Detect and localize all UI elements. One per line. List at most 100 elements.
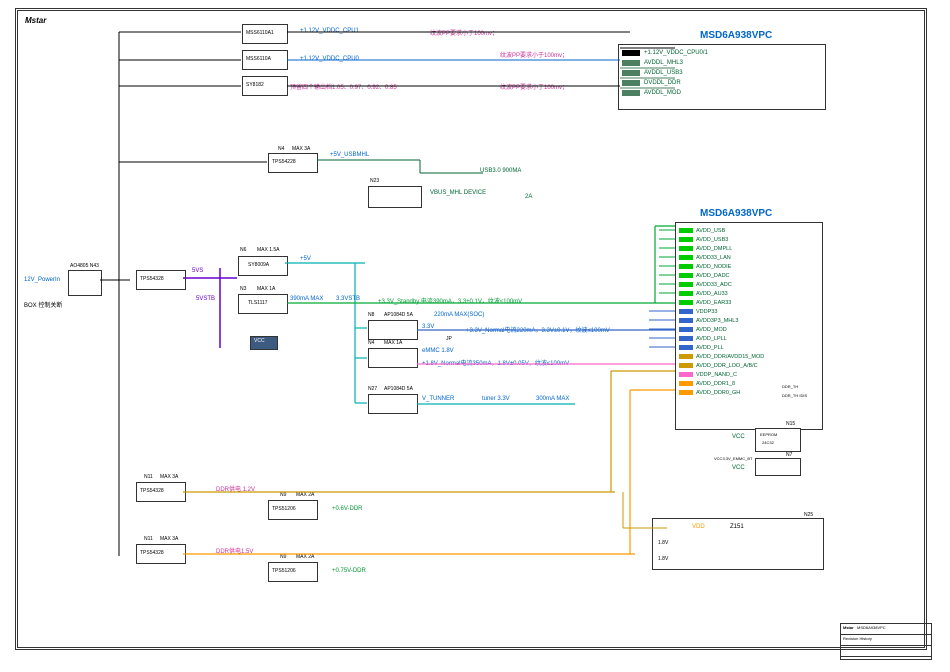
ap1084b: AP1084D 5A bbox=[384, 386, 413, 392]
stb-33: 3.3VSTB bbox=[336, 296, 360, 302]
legend-1: +1.12V_VDDC_CPU0/1AVDDL_MHL3AVDDL_USB3DV… bbox=[618, 44, 826, 110]
reg-u1-note: 纹波PP要求小于100mv； bbox=[430, 28, 498, 37]
pin-item: VDDP33 bbox=[679, 307, 819, 316]
emmc: eMMC 1.8V bbox=[422, 348, 454, 354]
pin-item: AVDD_DDR_LDO_A/B/C bbox=[679, 361, 819, 370]
jp: JP bbox=[446, 336, 452, 342]
tuner-v: tuner 3.3V bbox=[482, 396, 510, 402]
n7-note: VCC3.3V_EMMC_BT bbox=[714, 456, 752, 461]
n4-out: +1.8V_Normal电流350mA，1.8V±0.05V，纹波≤100mV bbox=[422, 358, 569, 367]
pin-item: AVDD_DMPLL bbox=[679, 244, 819, 253]
tpsb-ref: N9 bbox=[280, 492, 286, 498]
tpsa-name: TPS54328 bbox=[140, 488, 164, 494]
n25-v1: 1.8V bbox=[658, 540, 668, 546]
tpsb-out: +0.6V-DDR bbox=[332, 506, 363, 512]
vbus-label: VBUS_MHL DEVICE bbox=[430, 190, 486, 196]
tpsa-note: DDR供电 1.2V bbox=[216, 484, 255, 493]
pin-item: AVDD_DDR/AVDD15_MOD bbox=[679, 352, 819, 361]
ap1084: AP1084D 5A bbox=[384, 312, 413, 318]
power-in-label: 12V_PowerIn bbox=[24, 277, 60, 283]
plus5v: +5V bbox=[300, 256, 311, 262]
tpsc-name: TPS54328 bbox=[140, 550, 164, 556]
tps1-spec: MAX 3A bbox=[292, 146, 310, 152]
n27-ref: N27 bbox=[368, 386, 377, 392]
pin-item: AVDD_MOD bbox=[679, 325, 819, 334]
ddr-sub2: DDR_TH IDIS bbox=[782, 393, 807, 398]
tps2-out: 5VS bbox=[192, 268, 203, 274]
vbus-cur: 2A bbox=[525, 194, 532, 200]
tps1-name: TPS54228 bbox=[272, 159, 296, 165]
n8-v: 3.3V bbox=[422, 324, 434, 330]
pin-item: AVDD_USB3 bbox=[679, 235, 819, 244]
reg-u2-out: +1.12V_VDDC_CPU0 bbox=[300, 56, 359, 62]
tpsa-spec: MAX 3A bbox=[160, 474, 178, 480]
n3-ref: N3 bbox=[240, 286, 246, 292]
vtuner: V_TUNNER bbox=[422, 396, 454, 402]
pin-item: AVDD33_LAN bbox=[679, 253, 819, 262]
tpsd-name: TPS51206 bbox=[272, 568, 296, 574]
tps2-name: TPS54328 bbox=[140, 276, 164, 282]
tls1117: TLS1117 bbox=[248, 300, 268, 306]
relay-box bbox=[68, 270, 102, 296]
n23-box bbox=[368, 186, 422, 208]
legend-item: DVDDL_DDR bbox=[622, 78, 822, 88]
n3-spec: MAX 1A bbox=[257, 286, 275, 292]
n8-box bbox=[368, 320, 418, 340]
pin-item: AVDD_NODIE bbox=[679, 262, 819, 271]
relay-ref: AO4805 N43 bbox=[70, 263, 99, 269]
pin-item: AVDD_DADC bbox=[679, 271, 819, 280]
tpsc-note: DDR供电1.5V bbox=[216, 546, 253, 555]
n15-eeprom: EEPROM bbox=[760, 432, 777, 437]
stb-cur: 390mA MAX bbox=[290, 296, 323, 302]
tps1-ref: N4 bbox=[278, 146, 284, 152]
n8-ref: N8 bbox=[368, 312, 374, 318]
pin-item: AVDD_AU33 bbox=[679, 289, 819, 298]
usb-note: USB3.0 900MA bbox=[480, 168, 521, 174]
n8-out: +3.3V_Normal电流220mA，3.3V±0.1V，纹波≤100mV bbox=[466, 325, 610, 334]
reg-u1-name: MSS6110A1 bbox=[246, 30, 274, 36]
pin-item: AVDD_USB bbox=[679, 226, 819, 235]
tpsc-ref: N11 bbox=[144, 536, 153, 542]
n7-vcc: VCC bbox=[732, 465, 745, 471]
vstb: 5VSTB bbox=[196, 296, 215, 302]
n15-ref: N15 bbox=[786, 421, 795, 427]
tpsc-spec: MAX 3A bbox=[160, 536, 178, 542]
n25-ref: N25 bbox=[804, 512, 813, 518]
tpsd-out: +0.75V-DDR bbox=[332, 568, 366, 574]
box-ctrl-label: BOX 控制关断 bbox=[24, 300, 62, 309]
vendor-logo: Mstar bbox=[25, 16, 46, 25]
chip-title-2: MSD6A938VPC bbox=[700, 208, 772, 219]
tpsa-ref: N11 bbox=[144, 474, 153, 480]
pin-block: AVDD_USBAVDD_USB3AVDD_DMPLLAVDD33_LANAVD… bbox=[675, 222, 823, 430]
n4b-spec: MAX 1A bbox=[384, 340, 402, 346]
n6-ref: N6 bbox=[240, 247, 246, 253]
legend-item: AVDDL_USB3 bbox=[622, 68, 822, 78]
title-block: Mstar MSD6A938VPC Revision History bbox=[840, 623, 932, 660]
n7-box bbox=[755, 458, 801, 476]
n15-vcc: VCC bbox=[732, 434, 745, 440]
reg-u3-name: SY8182 bbox=[246, 82, 264, 88]
reg-u1-out: +1.12V_VDDC_CPU1 bbox=[300, 28, 359, 34]
pin-item: VDDP_NAND_C bbox=[679, 370, 819, 379]
n25-v2: 1.8V bbox=[658, 556, 668, 562]
reg-u2-name: MSS6110A bbox=[246, 56, 271, 62]
tpsd-spec: MAX 2A bbox=[296, 554, 314, 560]
n25-chip: Z151 bbox=[730, 524, 744, 530]
pin-item: AVDD_LPLL bbox=[679, 334, 819, 343]
n4b-ref: N4 bbox=[368, 340, 374, 346]
pin-item: AVDD3P3_MHL3 bbox=[679, 316, 819, 325]
n4b-box bbox=[368, 348, 418, 368]
reg-u2-note: 纹波PP要求小于100mv； bbox=[500, 50, 568, 59]
tpsd-ref: N9 bbox=[280, 554, 286, 560]
chip-title-1: MSD6A938VPC bbox=[700, 30, 772, 41]
n23-ref: N23 bbox=[370, 178, 379, 184]
n25-vdd: VDD bbox=[692, 524, 705, 530]
reg-u3-note2: 纹波PP要求小于100mv； bbox=[500, 82, 568, 91]
legend-item: +1.12V_VDDC_CPU0/1 bbox=[622, 48, 822, 58]
pin-item: AVDD_EAR33 bbox=[679, 298, 819, 307]
ddr-sub1: DDR_TH bbox=[782, 384, 798, 389]
sy8009a: SY8009A bbox=[248, 262, 269, 268]
n7-ref: N7 bbox=[786, 452, 792, 458]
stb-out: +3.3V_Standby 电流390mA，3.3±0.1V，纹波≤100mV bbox=[378, 296, 522, 305]
n27-box bbox=[368, 394, 418, 414]
